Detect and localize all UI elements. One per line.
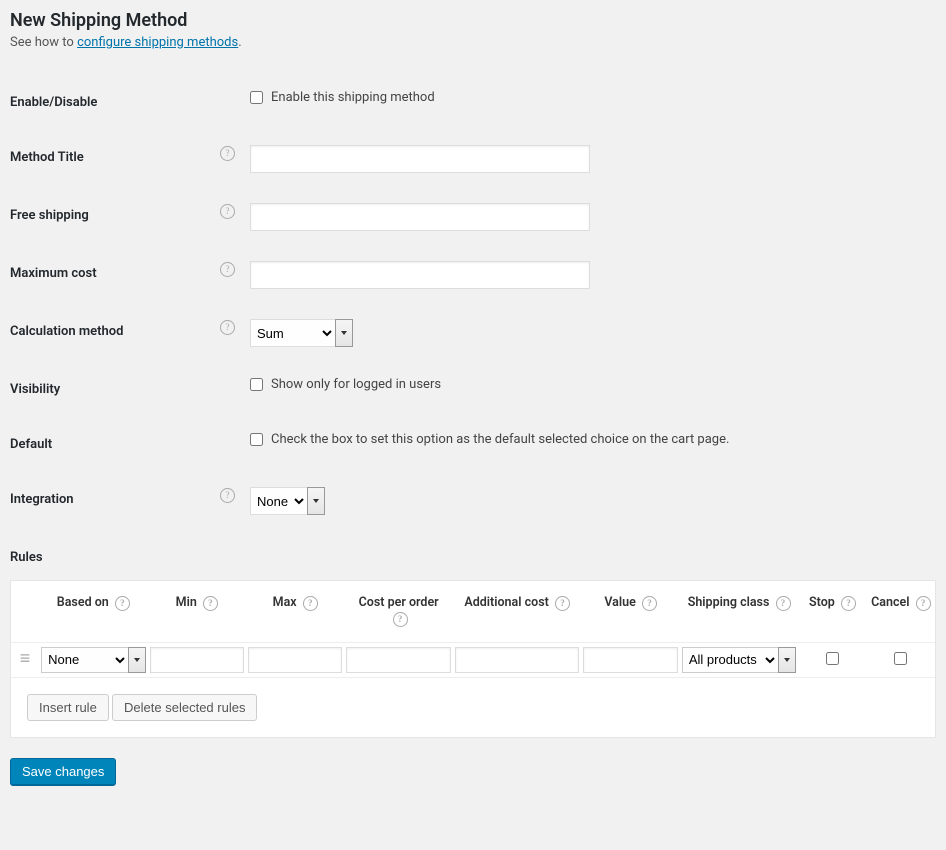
chevron-down-icon[interactable] <box>778 647 796 673</box>
help-icon[interactable]: ? <box>555 596 570 611</box>
visibility-label: Visibility <box>10 362 220 417</box>
chevron-down-icon[interactable] <box>335 319 353 347</box>
maximum-cost-input[interactable] <box>250 261 590 289</box>
col-max: Max ? <box>246 581 344 642</box>
max-input[interactable] <box>248 647 342 673</box>
col-value: Value ? <box>581 581 679 642</box>
calc-method-label: Calculation method <box>10 304 220 362</box>
drag-handle-icon[interactable] <box>17 656 33 663</box>
col-shipping-class: Shipping class ? <box>680 581 799 642</box>
col-stop: Stop ? <box>798 581 866 642</box>
insert-rule-button[interactable]: Insert rule <box>27 694 109 722</box>
shipping-class-select[interactable]: All products <box>682 647 779 673</box>
col-additional-cost: Additional cost ? <box>453 581 582 642</box>
chevron-down-icon[interactable] <box>307 487 325 515</box>
help-icon[interactable]: ? <box>916 596 931 611</box>
method-title-label: Method Title <box>10 130 220 188</box>
help-icon[interactable]: ? <box>776 596 791 611</box>
default-checkbox[interactable] <box>250 433 263 446</box>
help-icon[interactable]: ? <box>841 596 856 611</box>
rule-row: None All products <box>11 642 935 677</box>
integration-label: Integration <box>10 472 220 530</box>
enable-checkbox[interactable] <box>250 91 263 104</box>
default-label: Default <box>10 417 220 472</box>
help-icon[interactable]: ? <box>220 204 235 219</box>
enable-checkbox-label[interactable]: Enable this shipping method <box>250 90 435 105</box>
additional-cost-input[interactable] <box>455 647 580 673</box>
help-icon[interactable]: ? <box>220 146 235 161</box>
col-cancel: Cancel ? <box>867 581 935 642</box>
settings-form: Enable/Disable Enable this shipping meth… <box>10 75 936 530</box>
rules-box: Based on ? Min ? Max ? Cost per order ? … <box>10 580 936 738</box>
help-icon[interactable]: ? <box>115 596 130 611</box>
visibility-checkbox[interactable] <box>250 378 263 391</box>
visibility-checkbox-label[interactable]: Show only for logged in users <box>250 377 441 392</box>
col-min: Min ? <box>148 581 246 642</box>
cost-per-order-input[interactable] <box>346 647 450 673</box>
free-shipping-label: Free shipping <box>10 188 220 246</box>
calc-method-select[interactable]: Sum <box>250 319 335 347</box>
configure-link[interactable]: configure shipping methods <box>77 35 238 50</box>
min-input[interactable] <box>150 647 244 673</box>
col-cost-per-order: Cost per order ? <box>344 581 452 642</box>
value-input[interactable] <box>583 647 677 673</box>
cancel-checkbox[interactable] <box>894 652 907 665</box>
integration-select[interactable]: None <box>250 487 307 515</box>
maximum-cost-label: Maximum cost <box>10 246 220 304</box>
help-icon[interactable]: ? <box>220 262 235 277</box>
rules-heading: Rules <box>10 550 936 565</box>
help-icon[interactable]: ? <box>393 612 408 627</box>
subheader: See how to configure shipping methods. <box>10 35 936 50</box>
rules-table: Based on ? Min ? Max ? Cost per order ? … <box>11 581 935 678</box>
help-icon[interactable]: ? <box>203 596 218 611</box>
stop-checkbox[interactable] <box>826 652 839 665</box>
free-shipping-input[interactable] <box>250 203 590 231</box>
help-icon[interactable]: ? <box>220 488 235 503</box>
method-title-input[interactable] <box>250 145 590 173</box>
delete-rules-button[interactable]: Delete selected rules <box>112 694 257 722</box>
col-based-on: Based on ? <box>39 581 147 642</box>
save-button[interactable]: Save changes <box>10 758 116 786</box>
chevron-down-icon[interactable] <box>128 647 146 673</box>
page-title: New Shipping Method <box>10 10 936 31</box>
help-icon[interactable]: ? <box>220 320 235 335</box>
based-on-select[interactable]: None <box>41 647 127 673</box>
help-icon[interactable]: ? <box>642 596 657 611</box>
default-checkbox-label[interactable]: Check the box to set this option as the … <box>250 432 729 447</box>
enable-label: Enable/Disable <box>10 75 220 130</box>
help-icon[interactable]: ? <box>303 596 318 611</box>
